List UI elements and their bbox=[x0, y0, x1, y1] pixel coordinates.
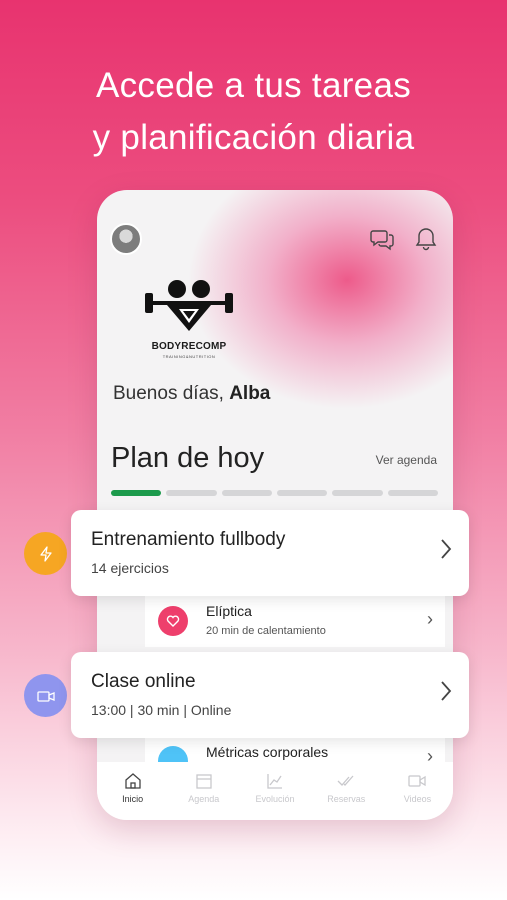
nav-item-videos[interactable]: Videos bbox=[382, 762, 453, 820]
row-title: Métricas corporales bbox=[206, 744, 329, 760]
chevron-right-icon bbox=[441, 681, 452, 701]
card-title: Entrenamiento fullbody bbox=[91, 529, 286, 550]
nav-item-evolucion[interactable]: Evolución bbox=[239, 762, 310, 820]
brand-logo: BODYRECOMP TRAINING&NUTRITION bbox=[139, 275, 239, 365]
chevron-right-icon bbox=[441, 539, 452, 559]
video-icon bbox=[24, 674, 67, 717]
greeting: Buenos días, Alba bbox=[113, 383, 270, 405]
bell-icon[interactable] bbox=[413, 226, 439, 252]
progress-segment bbox=[221, 490, 272, 496]
row-title: Elíptica bbox=[206, 603, 252, 619]
brand-tagline: TRAINING&NUTRITION bbox=[162, 354, 216, 359]
card-subtitle: 13:00 | 30 min | Online bbox=[91, 702, 232, 718]
nav-item-agenda[interactable]: Agenda bbox=[168, 762, 239, 820]
headline: Accede a tus tareas y planificación diar… bbox=[0, 60, 507, 164]
progress-segment bbox=[166, 490, 217, 496]
headline-line-2: y planificación diaria bbox=[92, 118, 415, 157]
progress-segment bbox=[276, 490, 328, 496]
nav-label: Reservas bbox=[327, 794, 366, 804]
logo-mark bbox=[145, 280, 233, 331]
progress-segment bbox=[111, 490, 162, 496]
card-title: Clase online bbox=[91, 671, 196, 692]
user-name: Alba bbox=[229, 383, 271, 404]
brand-name: BODYRECOMP bbox=[151, 341, 227, 352]
headline-line-1: Accede a tus tareas bbox=[95, 66, 412, 105]
daily-progress-bar bbox=[111, 490, 438, 496]
chat-bubbles-icon[interactable] bbox=[370, 226, 396, 252]
list-item-eliptica[interactable]: Elíptica 20 min de calentamiento › bbox=[145, 595, 445, 647]
task-card-workout[interactable]: Entrenamiento fullbody 14 ejercicios bbox=[71, 510, 469, 596]
chevron-right-icon: › bbox=[427, 609, 433, 629]
nav-item-reservas[interactable]: Reservas bbox=[311, 762, 382, 820]
nav-label: Videos bbox=[403, 794, 432, 804]
nav-item-inicio[interactable]: Inicio bbox=[97, 762, 168, 820]
task-card-online-class[interactable]: Clase online 13:00 | 30 min | Online bbox=[71, 652, 469, 738]
chart-icon bbox=[267, 774, 282, 789]
bottom-navigation: Inicio Agenda Evolución Reservas Videos bbox=[97, 762, 453, 820]
plan-title: Plan de hoy bbox=[111, 442, 265, 474]
nav-label: Inicio bbox=[122, 794, 144, 804]
check-icon bbox=[337, 775, 354, 786]
progress-segment bbox=[332, 490, 383, 496]
progress-segment bbox=[387, 490, 438, 496]
lightning-icon bbox=[24, 532, 67, 575]
card-subtitle: 14 ejercicios bbox=[91, 560, 169, 576]
view-agenda-link[interactable]: Ver agenda bbox=[376, 453, 437, 467]
video-icon bbox=[408, 775, 427, 787]
avatar[interactable] bbox=[110, 223, 142, 255]
row-subtitle: 20 min de calentamiento bbox=[206, 625, 326, 637]
greeting-text: Buenos días, bbox=[113, 383, 224, 404]
home-icon bbox=[124, 773, 141, 789]
heart-icon bbox=[158, 606, 188, 636]
calendar-icon bbox=[196, 774, 212, 789]
nav-label: Agenda bbox=[188, 794, 220, 804]
nav-label: Evolución bbox=[255, 794, 295, 804]
